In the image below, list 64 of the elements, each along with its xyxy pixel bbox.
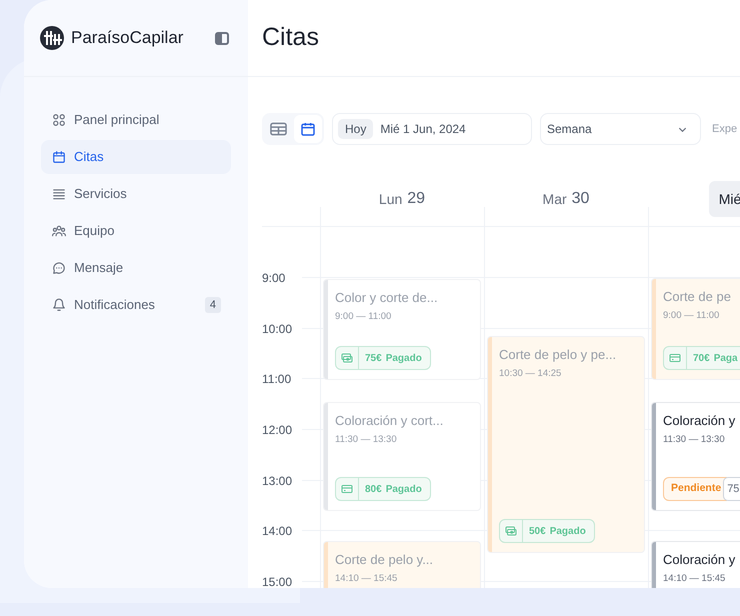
nav-item[interactable]: Equipo <box>41 214 231 248</box>
credit-card-icon <box>669 352 681 364</box>
appointment-time: 10:30 — 14:25 <box>499 366 562 380</box>
appointment-title: Coloración y cort... <box>335 412 444 430</box>
day-header[interactable]: Lun 29 <box>368 181 436 217</box>
payment-amount: 70€ <box>692 352 710 366</box>
nav-item[interactable]: Notificaciones 4 <box>41 288 231 322</box>
appointment-time: 9:00 — 11:00 <box>663 308 720 322</box>
payment-status: Pagado <box>548 524 587 538</box>
hour-label: 12:00 <box>262 422 292 440</box>
banknote-icon <box>505 525 517 537</box>
nav-item[interactable]: Servicios <box>41 177 231 211</box>
count-badge: 4 <box>204 297 221 313</box>
appointment-time: 11:30 — 13:30 <box>663 432 726 446</box>
banknote-icon <box>341 352 353 364</box>
payment-status: Pagado <box>384 352 423 366</box>
appointment-time: 14:10 — 15:45 <box>335 572 398 586</box>
grid-icon <box>52 113 66 127</box>
sidebar-toggle-icon[interactable] <box>215 32 229 44</box>
appointment-title: Coloración y <box>663 412 736 430</box>
date-field[interactable]: Hoy Mié 1 Jun, 2024 <box>332 113 532 145</box>
list-icon <box>52 187 66 201</box>
nav-item[interactable]: Panel principal <box>41 103 231 137</box>
day-header[interactable]: Mar 30 <box>532 181 600 217</box>
brand-name: ParaísoCapilar <box>71 27 184 50</box>
bell-icon <box>52 298 66 312</box>
appointment-title: Corte de pelo y... <box>335 551 434 569</box>
chat-icon <box>52 261 66 275</box>
appointment-time: 9:00 — 11:00 <box>335 310 392 324</box>
appointment-card[interactable]: Coloración y 11:30 — 13:30 Pendiente 75 <box>651 402 740 511</box>
payment-status: Pagado <box>384 482 423 496</box>
hour-label: 11:00 <box>262 371 292 388</box>
appointment-card[interactable]: Coloración y 14:10 — 15:45 <box>651 541 740 588</box>
nav-item[interactable]: Citas <box>41 140 231 174</box>
hour-label: 14:00 <box>262 523 292 540</box>
logo-icon <box>40 26 64 50</box>
today-button[interactable]: Hoy <box>338 119 374 139</box>
table-icon <box>270 122 286 136</box>
hour-label: 9:00 <box>262 270 286 287</box>
appointment-time: 14:10 — 15:45 <box>663 572 726 586</box>
appointment-title: Coloración y <box>663 551 736 569</box>
appointment-title: Corte de pe <box>663 288 732 306</box>
hour-label: 15:00 <box>262 574 292 588</box>
nav-item[interactable]: Mensaje <box>41 251 231 285</box>
price-badge: 75 <box>723 477 740 501</box>
calendar-icon <box>300 121 316 137</box>
credit-card-icon <box>341 483 353 495</box>
payment-amount: 50€ <box>528 524 546 538</box>
date-value: Mié 1 Jun, 2024 <box>380 121 466 138</box>
payment-status: Paga <box>712 352 739 366</box>
hour-label: 13:00 <box>262 472 292 490</box>
payment-amount: 75€ <box>364 352 382 366</box>
range-select[interactable]: Semana <box>540 113 701 145</box>
appointment-title: Color y corte de... <box>335 289 439 307</box>
people-icon <box>52 224 66 238</box>
appointment-time: 11:30 — 13:30 <box>335 432 398 446</box>
hour-label: 10:00 <box>262 320 292 338</box>
appointment-title: Corte de pelo y pe... <box>499 346 618 364</box>
toolbar-label: Expe <box>712 122 738 137</box>
status-badge: Pendiente <box>663 477 728 501</box>
payment-amount: 80€ <box>364 482 382 496</box>
page-title: Citas <box>262 22 319 54</box>
calendar-icon <box>52 150 66 164</box>
calendar-view-button[interactable] <box>294 115 322 143</box>
